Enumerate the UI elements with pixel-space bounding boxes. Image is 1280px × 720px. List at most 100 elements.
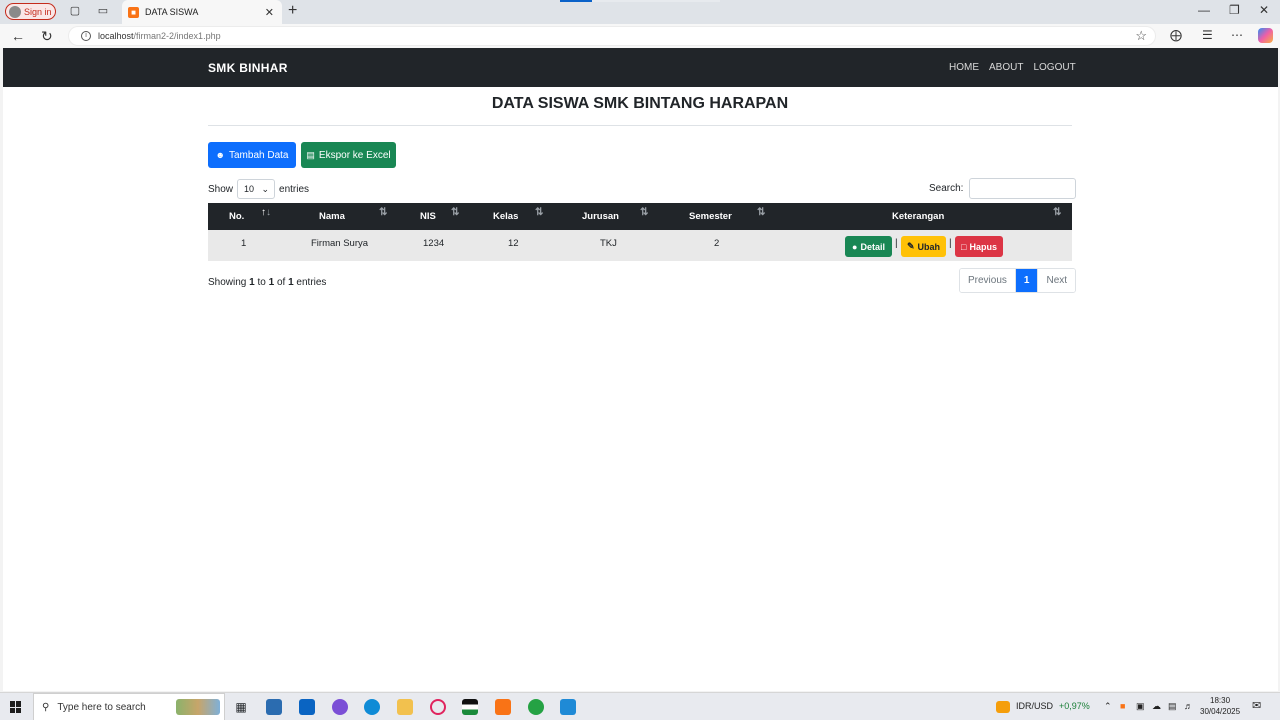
task-view-icon[interactable]: ▦ — [233, 699, 249, 715]
restore-icon[interactable]: ❐ — [1229, 3, 1240, 17]
vertical-tabs-icon[interactable]: ▭ — [96, 4, 110, 18]
tray-chevron-up-icon[interactable]: ⌃ — [1104, 701, 1112, 712]
header-nis[interactable]: NIS — [420, 203, 436, 230]
header-no[interactable]: No. — [229, 203, 244, 230]
info-circle-icon: ● — [852, 241, 858, 252]
add-data-button[interactable]: ☻ Tambah Data — [208, 142, 296, 168]
previous-page-button[interactable]: Previous — [960, 269, 1015, 292]
header-jurusan[interactable]: Jurusan — [582, 203, 619, 230]
add-data-label: Tambah Data — [229, 149, 289, 161]
detail-button[interactable]: ● Detail — [845, 236, 892, 257]
new-tab-icon[interactable]: + — [288, 2, 297, 20]
reload-icon[interactable]: ↻ — [41, 28, 53, 44]
sort-icon[interactable]: ⇅ — [757, 207, 765, 218]
search-icon: ⚲ — [42, 701, 50, 713]
file-explorer-icon[interactable] — [397, 699, 413, 715]
xampp-icon[interactable] — [495, 699, 511, 715]
tab-data-siswa[interactable]: ■ DATA SISWA ✕ — [122, 0, 282, 24]
close-tab-icon[interactable]: ✕ — [265, 6, 274, 19]
ticker-label[interactable]: IDR/USD — [1016, 701, 1053, 711]
edge-icon[interactable] — [364, 699, 380, 715]
delete-label: Hapus — [969, 241, 997, 252]
outlook-icon[interactable] — [299, 699, 315, 715]
detail-label: Detail — [860, 241, 885, 252]
favorite-star-icon[interactable]: ☆ — [1135, 28, 1147, 44]
table-info: Showing 1 to 1 of 1 entries — [208, 277, 326, 288]
export-excel-button[interactable]: ▤ Ekspor ke Excel — [301, 142, 396, 168]
opera-icon[interactable] — [430, 699, 446, 715]
network-icon[interactable]: ▤ — [1168, 701, 1177, 712]
chat-app-icon[interactable] — [332, 699, 348, 715]
clock-time: 18:30 — [1210, 696, 1231, 705]
edit-button[interactable]: ✎ Ubah — [901, 236, 946, 257]
action-separator: | — [895, 238, 898, 249]
info-suffix: entries — [293, 277, 327, 288]
url-text: localhost/firman2-2/index1.php — [98, 31, 221, 41]
volume-icon[interactable]: ♬ — [1184, 701, 1193, 711]
copilot-icon[interactable] — [1258, 28, 1273, 43]
header-keterangan[interactable]: Keterangan — [892, 203, 944, 230]
store-icon[interactable] — [266, 699, 282, 715]
address-bar-row: ← ↻ i localhost/firman2-2/index1.php ☆ ⨁… — [0, 24, 1280, 48]
sort-icon[interactable]: ⇅ — [1053, 207, 1061, 218]
tray-cloud-icon[interactable]: ☁ — [1152, 701, 1161, 712]
address-bar[interactable]: i localhost/firman2-2/index1.php ☆ — [68, 26, 1156, 46]
pagination: Previous 1 Next — [959, 268, 1077, 293]
page-length-select[interactable]: 10 ⌄ — [237, 179, 276, 199]
taskbar-search-placeholder: Type here to search — [57, 701, 146, 713]
cell-jurusan: TKJ — [600, 238, 617, 249]
sign-in-label: Sign in — [24, 6, 52, 17]
page-title: DATA SISWA SMK BINTANG HARAPAN — [491, 95, 789, 112]
sort-icon[interactable]: ⇅ — [640, 207, 648, 218]
nav-about-link[interactable]: ABOUT — [989, 62, 1023, 73]
close-window-icon[interactable]: ✕ — [1259, 3, 1269, 17]
delete-button[interactable]: □ Hapus — [955, 236, 1003, 257]
nav-logout-link[interactable]: LOGOUT — [1033, 62, 1075, 73]
tab-title: DATA SISWA — [145, 7, 199, 17]
windows-start-icon[interactable] — [10, 701, 22, 713]
page-1-button[interactable]: 1 — [1014, 269, 1038, 292]
nav-home-link[interactable]: HOME — [949, 62, 979, 73]
next-page-button[interactable]: Next — [1037, 269, 1076, 292]
search-input[interactable] — [969, 178, 1077, 199]
sort-icon[interactable]: ⇅ — [535, 207, 543, 218]
header-nama[interactable]: Nama — [319, 203, 345, 230]
vscode-icon[interactable] — [560, 699, 576, 715]
info-to-word: to — [254, 277, 269, 288]
header-kelas[interactable]: Kelas — [493, 203, 518, 230]
sign-in-button[interactable]: Sign in — [5, 3, 56, 20]
export-excel-label: Ekspor ke Excel — [318, 149, 391, 161]
students-table: No. ↑↓ Nama ⇅ NIS ⇅ Kelas ⇅ Jurusan ⇅ Se… — [208, 203, 1072, 261]
extensions-icon[interactable]: ⨁ — [1170, 28, 1182, 42]
tray-app-icon[interactable]: ▣ — [1136, 701, 1145, 712]
profile-avatar-icon — [9, 5, 21, 18]
whatsapp-icon[interactable] — [528, 699, 544, 715]
sort-icon[interactable]: ⇅ — [379, 207, 387, 218]
favorites-icon[interactable]: ☰ — [1202, 28, 1213, 42]
action-separator: | — [949, 238, 952, 249]
stocks-icon[interactable] — [996, 701, 1010, 713]
windows-taskbar: ⚲ Type here to search ▦ IDR/USD +0,97% ⌃… — [0, 692, 1280, 720]
site-brand[interactable]: SMK BINHAR — [208, 61, 288, 75]
cell-semester: 2 — [714, 238, 720, 249]
search-highlight-image[interactable] — [176, 699, 220, 715]
info-prefix: Showing — [208, 277, 250, 288]
sort-asc-icon[interactable]: ↑↓ — [261, 207, 271, 218]
site-navbar: SMK BINHAR HOME ABOUT LOGOUT — [3, 48, 1278, 87]
table-header: No. ↑↓ Nama ⇅ NIS ⇅ Kelas ⇅ Jurusan ⇅ Se… — [208, 203, 1072, 230]
sort-icon[interactable]: ⇅ — [451, 207, 459, 218]
workspaces-icon[interactable]: ▢ — [68, 4, 82, 18]
notifications-icon[interactable]: ✉ — [1252, 699, 1261, 712]
back-icon[interactable]: ← — [11, 28, 25, 44]
edit-label: Ubah — [917, 241, 941, 252]
tray-xampp-icon[interactable]: ■ — [1120, 701, 1125, 711]
file-icon: ▤ — [306, 149, 315, 160]
site-info-icon[interactable]: i — [81, 31, 91, 41]
app-icon[interactable] — [462, 699, 478, 715]
header-semester[interactable]: Semester — [689, 203, 732, 230]
ticker-change: +0,97% — [1059, 701, 1090, 711]
minimize-icon[interactable]: — — [1198, 3, 1210, 17]
more-menu-icon[interactable]: ⋯ — [1231, 28, 1243, 42]
clock[interactable]: 18:30 30/04/2025 — [1200, 695, 1240, 717]
cell-no: 1 — [241, 238, 247, 249]
